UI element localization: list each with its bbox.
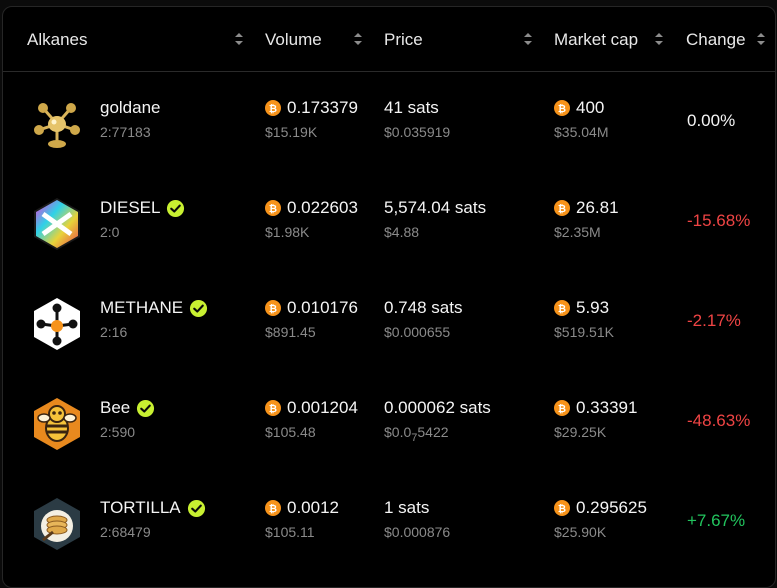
volume-btc: ₿ 0.173379 bbox=[265, 98, 358, 118]
volume-btc: ₿ 0.001204 bbox=[265, 398, 358, 418]
bitcoin-icon: ₿ bbox=[554, 500, 570, 516]
header-change[interactable]: Change bbox=[686, 30, 746, 50]
alkanes-table: Alkanes Volume Price Market cap Change g… bbox=[2, 6, 776, 588]
tortilla-logo-icon bbox=[29, 496, 85, 552]
change-value: -48.63% bbox=[687, 411, 751, 430]
price-usd: $4.88 bbox=[384, 224, 420, 240]
price-sats: 0.000062 sats bbox=[384, 398, 491, 417]
market-cap-btc: ₿ 400 bbox=[554, 98, 604, 118]
market-cap-usd: $25.90K bbox=[554, 524, 607, 540]
diesel-logo-icon bbox=[29, 196, 85, 252]
table-header: Alkanes Volume Price Market cap Change bbox=[3, 7, 775, 72]
sort-change-icon[interactable] bbox=[756, 31, 766, 47]
bitcoin-icon: ₿ bbox=[554, 400, 570, 416]
header-alkanes[interactable]: Alkanes bbox=[27, 30, 87, 50]
table-row[interactable]: DIESEL 2:0 ₿ 0.022603 $1.98K 5,574.04 sa… bbox=[3, 171, 775, 271]
sort-price-icon[interactable] bbox=[523, 31, 533, 47]
svg-text:₿: ₿ bbox=[269, 503, 277, 515]
token-id: 2:590 bbox=[100, 424, 136, 440]
change-value: -2.17% bbox=[687, 311, 741, 330]
verified-badge-icon bbox=[187, 499, 206, 518]
volume-btc: ₿ 0.010176 bbox=[265, 298, 358, 318]
change-value: -15.68% bbox=[687, 211, 751, 230]
header-market-cap[interactable]: Market cap bbox=[554, 30, 638, 50]
volume-usd: $15.19K bbox=[265, 124, 318, 140]
token-id: 2:16 bbox=[100, 324, 128, 340]
svg-text:₿: ₿ bbox=[558, 503, 566, 515]
market-cap-usd: $29.25K bbox=[554, 424, 607, 440]
sort-market-cap-icon[interactable] bbox=[654, 31, 664, 47]
svg-text:₿: ₿ bbox=[558, 103, 566, 115]
bitcoin-icon: ₿ bbox=[265, 400, 281, 416]
bitcoin-icon: ₿ bbox=[265, 500, 281, 516]
token-id: 2:68479 bbox=[100, 524, 151, 540]
svg-text:₿: ₿ bbox=[269, 403, 277, 415]
volume-usd: $105.11 bbox=[265, 524, 315, 540]
price-sats: 0.748 sats bbox=[384, 298, 463, 317]
svg-text:₿: ₿ bbox=[558, 403, 566, 415]
market-cap-btc: ₿ 26.81 bbox=[554, 198, 619, 218]
table-row[interactable]: TORTILLA 2:68479 ₿ 0.0012 $105.11 1 sats… bbox=[3, 471, 775, 571]
svg-text:₿: ₿ bbox=[269, 203, 277, 215]
bee-logo-icon bbox=[29, 396, 85, 452]
price-usd: $0.000876 bbox=[384, 524, 451, 540]
volume-usd: $891.45 bbox=[265, 324, 316, 340]
bitcoin-icon: ₿ bbox=[554, 300, 570, 316]
price-sats: 41 sats bbox=[384, 98, 439, 117]
token-id: 2:0 bbox=[100, 224, 120, 240]
table-row[interactable]: goldane 2:77183 ₿ 0.173379 $15.19K 41 sa… bbox=[3, 71, 775, 171]
change-value: 0.00% bbox=[687, 111, 736, 130]
price-sats: 1 sats bbox=[384, 498, 430, 517]
market-cap-btc: ₿ 5.93 bbox=[554, 298, 609, 318]
token-name[interactable]: goldane bbox=[100, 98, 161, 118]
methane-logo-icon bbox=[29, 296, 85, 352]
token-name[interactable]: DIESEL bbox=[100, 198, 185, 218]
bitcoin-icon: ₿ bbox=[554, 200, 570, 216]
token-name[interactable]: METHANE bbox=[100, 298, 208, 318]
header-price[interactable]: Price bbox=[384, 30, 423, 50]
price-sats: 5,574.04 sats bbox=[384, 198, 487, 217]
sort-volume-icon[interactable] bbox=[353, 31, 363, 47]
header-volume[interactable]: Volume bbox=[265, 30, 322, 50]
svg-text:₿: ₿ bbox=[269, 103, 277, 115]
verified-badge-icon bbox=[136, 399, 155, 418]
price-usd: $0.035919 bbox=[384, 124, 451, 140]
market-cap-usd: $35.04M bbox=[554, 124, 609, 140]
change-value: +7.67% bbox=[687, 511, 746, 530]
verified-badge-icon bbox=[166, 199, 185, 218]
market-cap-btc: ₿ 0.295625 bbox=[554, 498, 647, 518]
token-name[interactable]: Bee bbox=[100, 398, 155, 418]
market-cap-usd: $519.51K bbox=[554, 324, 614, 340]
table-row[interactable]: METHANE 2:16 ₿ 0.010176 $891.45 0.748 sa… bbox=[3, 271, 775, 371]
sort-alkanes-icon[interactable] bbox=[234, 31, 244, 47]
market-cap-btc: ₿ 0.33391 bbox=[554, 398, 637, 418]
price-usd: $0.075422 bbox=[384, 424, 449, 444]
svg-text:₿: ₿ bbox=[558, 303, 566, 315]
volume-usd: $105.48 bbox=[265, 424, 316, 440]
volume-btc: ₿ 0.0012 bbox=[265, 498, 339, 518]
volume-usd: $1.98K bbox=[265, 224, 310, 240]
volume-btc: ₿ 0.022603 bbox=[265, 198, 358, 218]
market-cap-usd: $2.35M bbox=[554, 224, 601, 240]
token-name[interactable]: TORTILLA bbox=[100, 498, 206, 518]
svg-text:₿: ₿ bbox=[269, 303, 277, 315]
bitcoin-icon: ₿ bbox=[265, 300, 281, 316]
bitcoin-icon: ₿ bbox=[554, 100, 570, 116]
verified-badge-icon bbox=[189, 299, 208, 318]
goldane-logo-icon bbox=[29, 96, 85, 152]
table-row[interactable]: Bee 2:590 ₿ 0.001204 $105.48 0.000062 sa… bbox=[3, 371, 775, 471]
token-id: 2:77183 bbox=[100, 124, 151, 140]
price-usd: $0.000655 bbox=[384, 324, 451, 340]
svg-text:₿: ₿ bbox=[558, 203, 566, 215]
bitcoin-icon: ₿ bbox=[265, 100, 281, 116]
bitcoin-icon: ₿ bbox=[265, 200, 281, 216]
